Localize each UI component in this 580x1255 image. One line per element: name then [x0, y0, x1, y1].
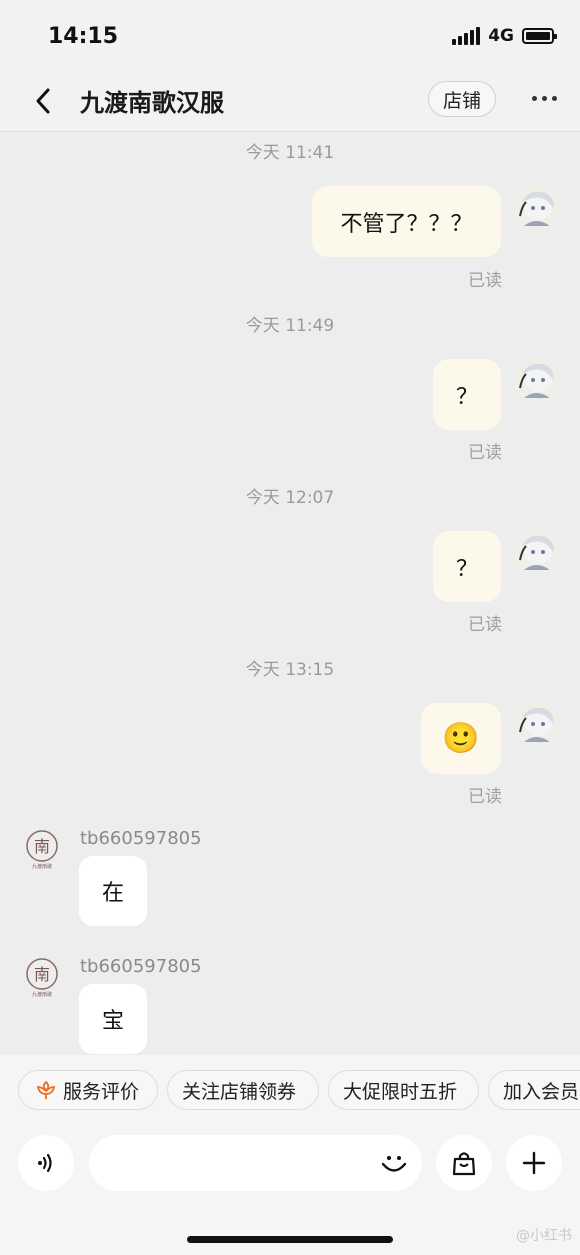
svg-text:南: 南 — [34, 837, 50, 856]
network-type: 4G — [488, 26, 514, 46]
message-list[interactable]: 今天 11:41 不管了？？？ 已读 今天 11:49 ？ 已读 今天 12:0… — [0, 132, 580, 1055]
svg-text:九渡南歌: 九渡南歌 — [32, 863, 52, 870]
quick-reply-join-member[interactable]: 加入会员 — [488, 1070, 580, 1110]
chip-label: 大促限时五折 — [343, 1080, 458, 1103]
my-avatar[interactable] — [514, 702, 558, 746]
shop-avatar[interactable]: 南九渡南歌 — [24, 958, 60, 998]
incoming-message[interactable]: 宝 — [79, 984, 147, 1054]
read-receipt: 已读 — [468, 615, 502, 635]
back-arrow-icon[interactable] — [26, 84, 60, 118]
my-avatar[interactable] — [514, 186, 558, 230]
message-timestamp: 今天 13:15 — [245, 660, 335, 680]
chat-title: 九渡南歌汉服 — [80, 89, 224, 117]
message-timestamp: 今天 11:49 — [245, 316, 335, 336]
status-indicators: 4G — [452, 26, 557, 46]
flower-icon — [35, 1079, 57, 1101]
outgoing-emoji-message[interactable]: 🙂 — [421, 703, 501, 774]
emoji-icon[interactable] — [376, 1145, 412, 1181]
sender-name: tb660597805 — [80, 828, 202, 849]
read-receipt: 已读 — [468, 271, 502, 291]
shop-avatar[interactable]: 南九渡南歌 — [24, 830, 60, 870]
outgoing-message[interactable]: 不管了？？？ — [312, 186, 501, 257]
shopping-bag-icon — [452, 1152, 476, 1176]
message-input[interactable] — [89, 1135, 422, 1191]
voice-button[interactable] — [18, 1135, 74, 1191]
read-receipt: 已读 — [468, 787, 502, 807]
chip-label: 加入会员 — [503, 1080, 580, 1103]
chip-label: 关注店铺领券 — [182, 1080, 297, 1103]
outgoing-message[interactable]: ？ — [433, 359, 501, 430]
voice-icon — [38, 1153, 52, 1173]
shopping-bag-button[interactable] — [436, 1135, 492, 1191]
read-receipt: 已读 — [468, 443, 502, 463]
quick-reply-promo[interactable]: 大促限时五折 — [328, 1070, 479, 1110]
store-button[interactable]: 店铺 — [428, 81, 496, 117]
my-avatar[interactable] — [514, 530, 558, 574]
message-timestamp: 今天 11:41 — [245, 143, 335, 163]
plus-button[interactable] — [506, 1135, 562, 1191]
watermark: @小红书 — [516, 1228, 572, 1244]
battery-icon — [522, 28, 557, 44]
svg-text:南: 南 — [34, 965, 50, 984]
svg-text:九渡南歌: 九渡南歌 — [32, 991, 52, 998]
outgoing-message[interactable]: ？ — [433, 531, 501, 602]
bottom-input-area: 服务评价 关注店铺领券 大促限时五折 加入会员 @小红书 — [0, 1055, 580, 1255]
home-indicator — [187, 1236, 393, 1243]
status-time: 14:15 — [48, 24, 119, 49]
quick-reply-follow-coupon[interactable]: 关注店铺领券 — [167, 1070, 319, 1110]
quick-reply-service-review[interactable]: 服务评价 — [18, 1070, 158, 1110]
chip-label: 服务评价 — [63, 1080, 140, 1103]
more-options-icon[interactable] — [526, 88, 562, 108]
sender-name: tb660597805 — [80, 956, 202, 977]
my-avatar[interactable] — [514, 358, 558, 402]
message-timestamp: 今天 12:07 — [245, 488, 335, 508]
signal-icon — [452, 27, 481, 45]
status-bar: 14:15 4G — [0, 0, 580, 70]
plus-icon — [522, 1151, 546, 1175]
incoming-message[interactable]: 在 — [79, 856, 147, 926]
chat-header: 九渡南歌汉服 店铺 — [0, 70, 580, 132]
